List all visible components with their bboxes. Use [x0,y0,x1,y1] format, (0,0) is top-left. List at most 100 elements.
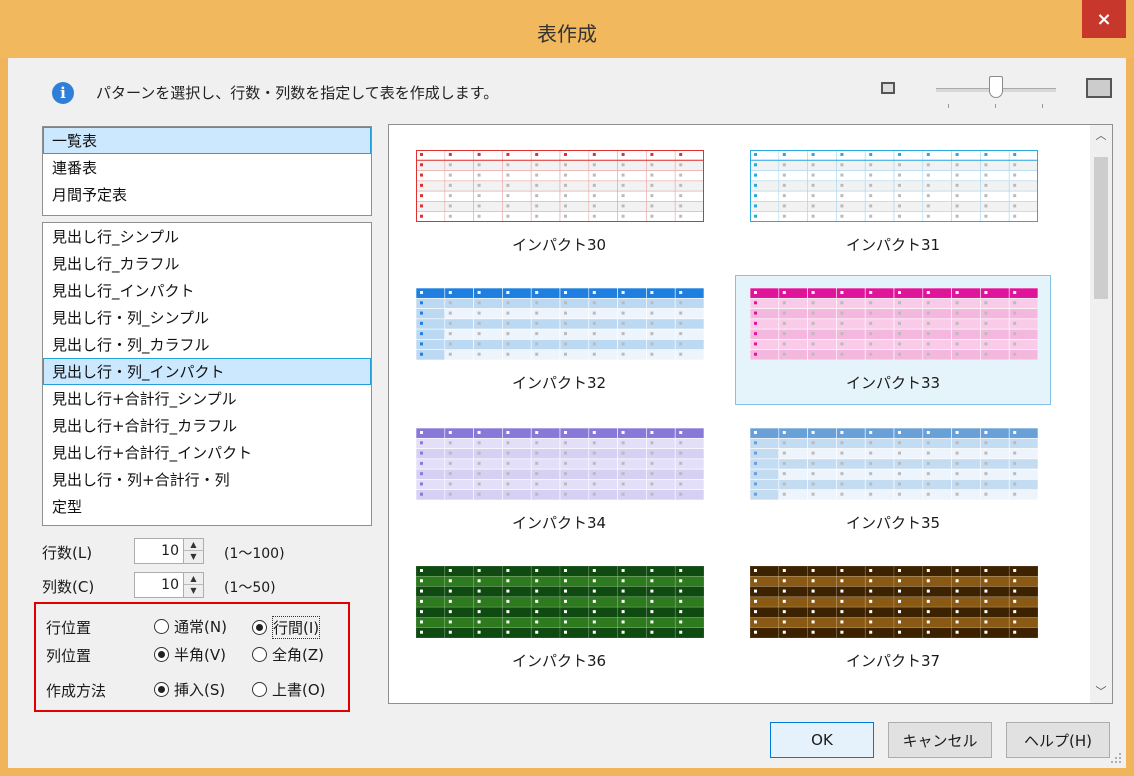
cols-down-icon[interactable]: ▼ [184,585,203,597]
rows-value: 10 [161,543,179,559]
row-position-label: 行位置 [46,619,92,637]
radio-dot [154,619,169,634]
cols-value: 10 [161,577,179,593]
method-label: 作成方法 [46,682,107,700]
table-pattern-preview [416,288,704,360]
tile-caption: インパクト30 [511,236,607,254]
scroll-down-icon[interactable]: ﹀ [1090,681,1112,703]
resize-grip-icon[interactable] [1110,752,1122,764]
radio-dot [154,682,169,697]
tile-caption: インパクト33 [845,374,941,392]
table-pattern-preview [416,566,704,638]
gallery-tile[interactable]: インパクト34 [401,415,717,545]
zoom-tick [948,104,949,108]
zoom-tick [1042,104,1043,108]
style-list-item[interactable]: 見出し行_カラフル [43,250,371,277]
category-list[interactable]: 一覧表 連番表 月間予定表 [42,126,372,216]
close-button[interactable]: × [1082,0,1126,38]
radio-col-half[interactable]: 半角(V) [154,644,226,665]
zoom-tick [995,104,996,108]
radio-label: 上書(O) [272,681,326,699]
scroll-thumb[interactable] [1094,157,1108,299]
cancel-button[interactable]: キャンセル [888,722,992,758]
gallery-tile[interactable]: インパクト32 [401,275,717,405]
title-bar[interactable]: 表作成 × [0,0,1134,58]
gallery-tile[interactable]: インパクト33 [735,275,1051,405]
radio-dot [252,682,267,697]
scroll-up-icon[interactable]: ︿ [1090,125,1112,147]
ok-button[interactable]: OK [770,722,874,758]
style-list-item[interactable]: 見出し行_シンプル [43,223,371,250]
style-list-item[interactable]: 見出し行・列_シンプル [43,304,371,331]
style-list-item[interactable]: 見出し行+合計行_インパクト [43,439,371,466]
tile-caption: インパクト35 [845,514,941,532]
style-list-item[interactable]: 見出し行+合計行_シンプル [43,385,371,412]
radio-row-between[interactable]: 行間(I) [252,616,321,639]
radio-label: 全角(Z) [272,646,324,664]
style-list-item[interactable]: 見出し行・列+合計行・列 [43,466,371,493]
tile-caption: インパクト36 [511,652,607,670]
style-list-item[interactable]: 見出し行+合計行_カラフル [43,412,371,439]
radio-col-full[interactable]: 全角(Z) [252,644,324,665]
zoom-slider[interactable] [936,74,1056,114]
info-text: パターンを選択し、行数・列数を指定して表を作成します。 [96,84,499,102]
tile-caption: インパクト31 [845,236,941,254]
style-list[interactable]: 見出し行_シンプル 見出し行_カラフル 見出し行_インパクト 見出し行・列_シンプル見… [42,222,372,526]
table-pattern-preview [416,428,704,500]
rows-down-icon[interactable]: ▼ [184,551,203,563]
table-pattern-preview [750,150,1038,222]
table-pattern-preview [750,566,1038,638]
rows-range: (1～100) [224,546,285,562]
category-list-item[interactable]: 月間予定表 [43,181,371,208]
dialog-title: 表作成 [537,22,597,46]
dialog-body: i パターンを選択し、行数・列数を指定して表を作成します。 一覧表 連番表 月間予定… [8,58,1126,768]
style-list-item[interactable]: 見出し行・列_カラフル [43,331,371,358]
radio-label: 挿入(S) [174,681,226,699]
radio-row-normal[interactable]: 通常(N) [154,616,227,637]
style-list-item[interactable]: 見出し行_インパクト [43,277,371,304]
cols-range: (1～50) [224,580,276,596]
gallery-tile[interactable]: インパクト35 [735,415,1051,545]
radio-dot [154,647,169,662]
cols-label: 列数(C) [42,578,95,596]
cols-spin-buttons: ▲ ▼ [183,573,203,597]
radio-label: 半角(V) [174,646,226,664]
cols-up-icon[interactable]: ▲ [184,573,203,585]
zoom-thumb[interactable] [989,76,1003,98]
table-pattern-preview [750,428,1038,500]
info-row: i パターンを選択し、行数・列数を指定して表を作成します。 [8,58,1126,118]
table-pattern-preview [750,288,1038,360]
gallery-tile[interactable]: インパクト37 [735,553,1051,683]
category-list-item[interactable]: 連番表 [43,154,371,181]
rows-up-icon[interactable]: ▲ [184,539,203,551]
radio-dot [252,647,267,662]
help-button[interactable]: ヘルプ(H) [1006,722,1110,758]
rows-spinner[interactable]: 10 ▲ ▼ [134,538,204,564]
gallery-tile[interactable]: インパクト36 [401,553,717,683]
col-position-label: 列位置 [46,647,92,665]
style-list-item[interactable]: 見出し行・列_インパクト [43,358,371,385]
radio-method-insert[interactable]: 挿入(S) [154,679,225,700]
cols-spinner[interactable]: 10 ▲ ▼ [134,572,204,598]
gallery-tile[interactable]: インパクト30 [401,137,717,267]
dialog-window: 表作成 × i パターンを選択し、行数・列数を指定して表を作成します。 一覧表連… [0,0,1134,776]
zoom-small-icon[interactable] [881,82,895,94]
pattern-gallery[interactable]: インパクト30 インパクト31 インパクト32 インパクト33 インパクト34 インパクト… [388,124,1113,704]
gallery-tile[interactable]: インパクト31 [735,137,1051,267]
tile-caption: インパクト37 [845,652,941,670]
position-options-group: 行位置 通常(N) 行間(I) 列位置 半角(V) 全角(Z) 作成方法 挿入(… [34,602,350,712]
category-list-item[interactable]: 一覧表 [43,127,371,154]
zoom-large-icon[interactable] [1086,78,1112,98]
tile-caption: インパクト34 [511,514,607,532]
rows-label: 行数(L) [42,544,93,562]
info-icon: i [52,82,74,104]
style-list-item[interactable]: 定型 [43,493,371,520]
radio-label: 行間(I) [272,616,321,639]
radio-label: 通常(N) [174,618,227,636]
gallery-scrollbar[interactable]: ︿ ﹀ [1090,125,1112,703]
radio-dot [252,620,267,635]
radio-method-overwrite[interactable]: 上書(O) [252,679,326,700]
table-pattern-preview [416,150,704,222]
tile-caption: インパクト32 [511,374,607,392]
rows-spin-buttons: ▲ ▼ [183,539,203,563]
